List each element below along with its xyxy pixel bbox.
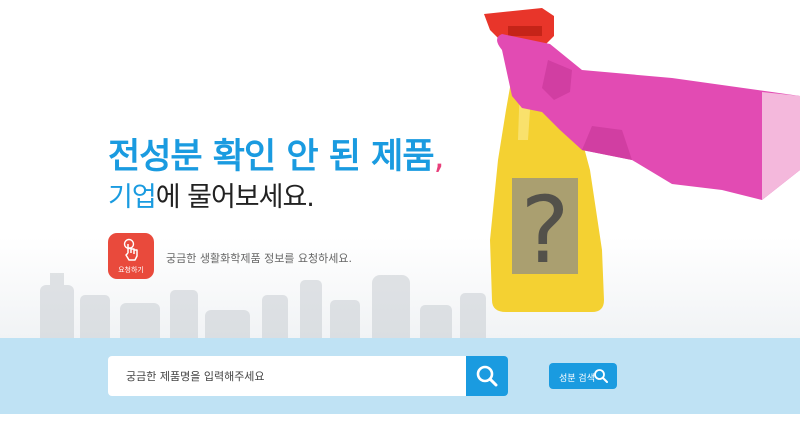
svg-text:?: ?: [521, 177, 570, 284]
request-button-label: 요청하기: [118, 266, 144, 274]
search-icon: [476, 365, 498, 387]
ingredient-search-button[interactable]: 성분 검색: [549, 363, 617, 389]
spray-bottle-illustration: ?: [484, 8, 800, 312]
ingredient-search-label: 성분 검색: [559, 374, 595, 384]
request-description: 궁금한 생활화학제품 정보를 요청하세요.: [166, 252, 353, 265]
hero-section: 전성분 확인 안 된 제품, 기업에 물어보세요. 요청하기 궁금한 생활화학제…: [0, 0, 800, 338]
subline-highlight: 기업: [108, 182, 157, 213]
product-search-input[interactable]: [108, 356, 466, 396]
search-icon: [594, 369, 608, 383]
headline-comma: ,: [433, 137, 445, 177]
search-button[interactable]: [466, 356, 508, 396]
footer-spacer: [0, 414, 800, 435]
request-button[interactable]: 요청하기: [108, 233, 154, 279]
hand-tap-icon: [123, 238, 138, 261]
headline: 전성분 확인 안 된 제품,: [108, 128, 445, 179]
headline-main: 전성분 확인 안 된 제품: [108, 137, 435, 177]
subline: 기업에 물어보세요.: [108, 175, 315, 214]
subline-rest: 에 물어보세요.: [155, 182, 315, 213]
